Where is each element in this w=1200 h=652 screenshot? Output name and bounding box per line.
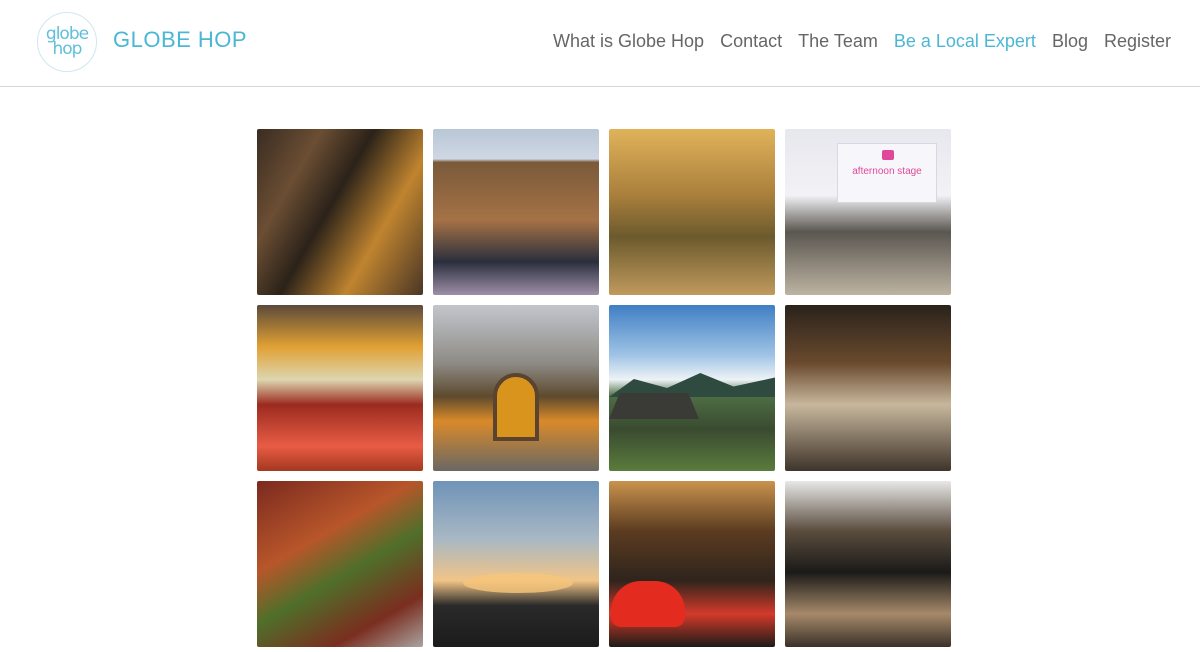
logo[interactable]: globe hop — [37, 12, 97, 72]
red-car-shop-photo[interactable] — [609, 481, 775, 647]
cathedral-photo[interactable] — [433, 305, 599, 471]
roof-shape — [609, 393, 699, 419]
cafe-photo[interactable] — [257, 129, 423, 295]
autumn-park-photo[interactable] — [609, 129, 775, 295]
cathedral-door-shape — [493, 373, 539, 441]
banner-badge-icon — [882, 150, 894, 160]
staircase-interior-photo[interactable] — [785, 481, 951, 647]
logo-text-bottom: hop — [52, 39, 83, 59]
nav-the-team[interactable]: The Team — [798, 31, 878, 52]
terrace-photo[interactable] — [433, 129, 599, 295]
red-car-shape — [611, 581, 685, 627]
nav-contact[interactable]: Contact — [720, 31, 782, 52]
sunset-glow-shape — [463, 573, 573, 593]
logo-text: globe hop — [46, 26, 89, 59]
banner-text: afternoon stage — [852, 166, 922, 177]
afternoon-stage-banner: afternoon stage — [837, 143, 937, 203]
food-platter-photo[interactable] — [257, 305, 423, 471]
site-header: globe hop GLOBE HOP What is Globe Hop Co… — [0, 0, 1200, 87]
main-nav: What is Globe Hop Contact The Team Be a … — [553, 31, 1171, 52]
mountain-village-photo[interactable] — [609, 305, 775, 471]
concert-photo[interactable]: afternoon stage — [785, 129, 951, 295]
sunset-photo[interactable] — [433, 481, 599, 647]
brand-name[interactable]: GLOBE HOP — [113, 27, 247, 53]
nav-register[interactable]: Register — [1104, 31, 1171, 52]
spicy-dish-photo[interactable] — [257, 481, 423, 647]
mountains-shape — [609, 373, 775, 397]
photo-grid: afternoon stage — [257, 129, 951, 647]
restaurant-interior-photo[interactable] — [785, 305, 951, 471]
nav-blog[interactable]: Blog — [1052, 31, 1088, 52]
nav-what-is-globe-hop[interactable]: What is Globe Hop — [553, 31, 704, 52]
nav-be-a-local-expert[interactable]: Be a Local Expert — [894, 31, 1036, 52]
